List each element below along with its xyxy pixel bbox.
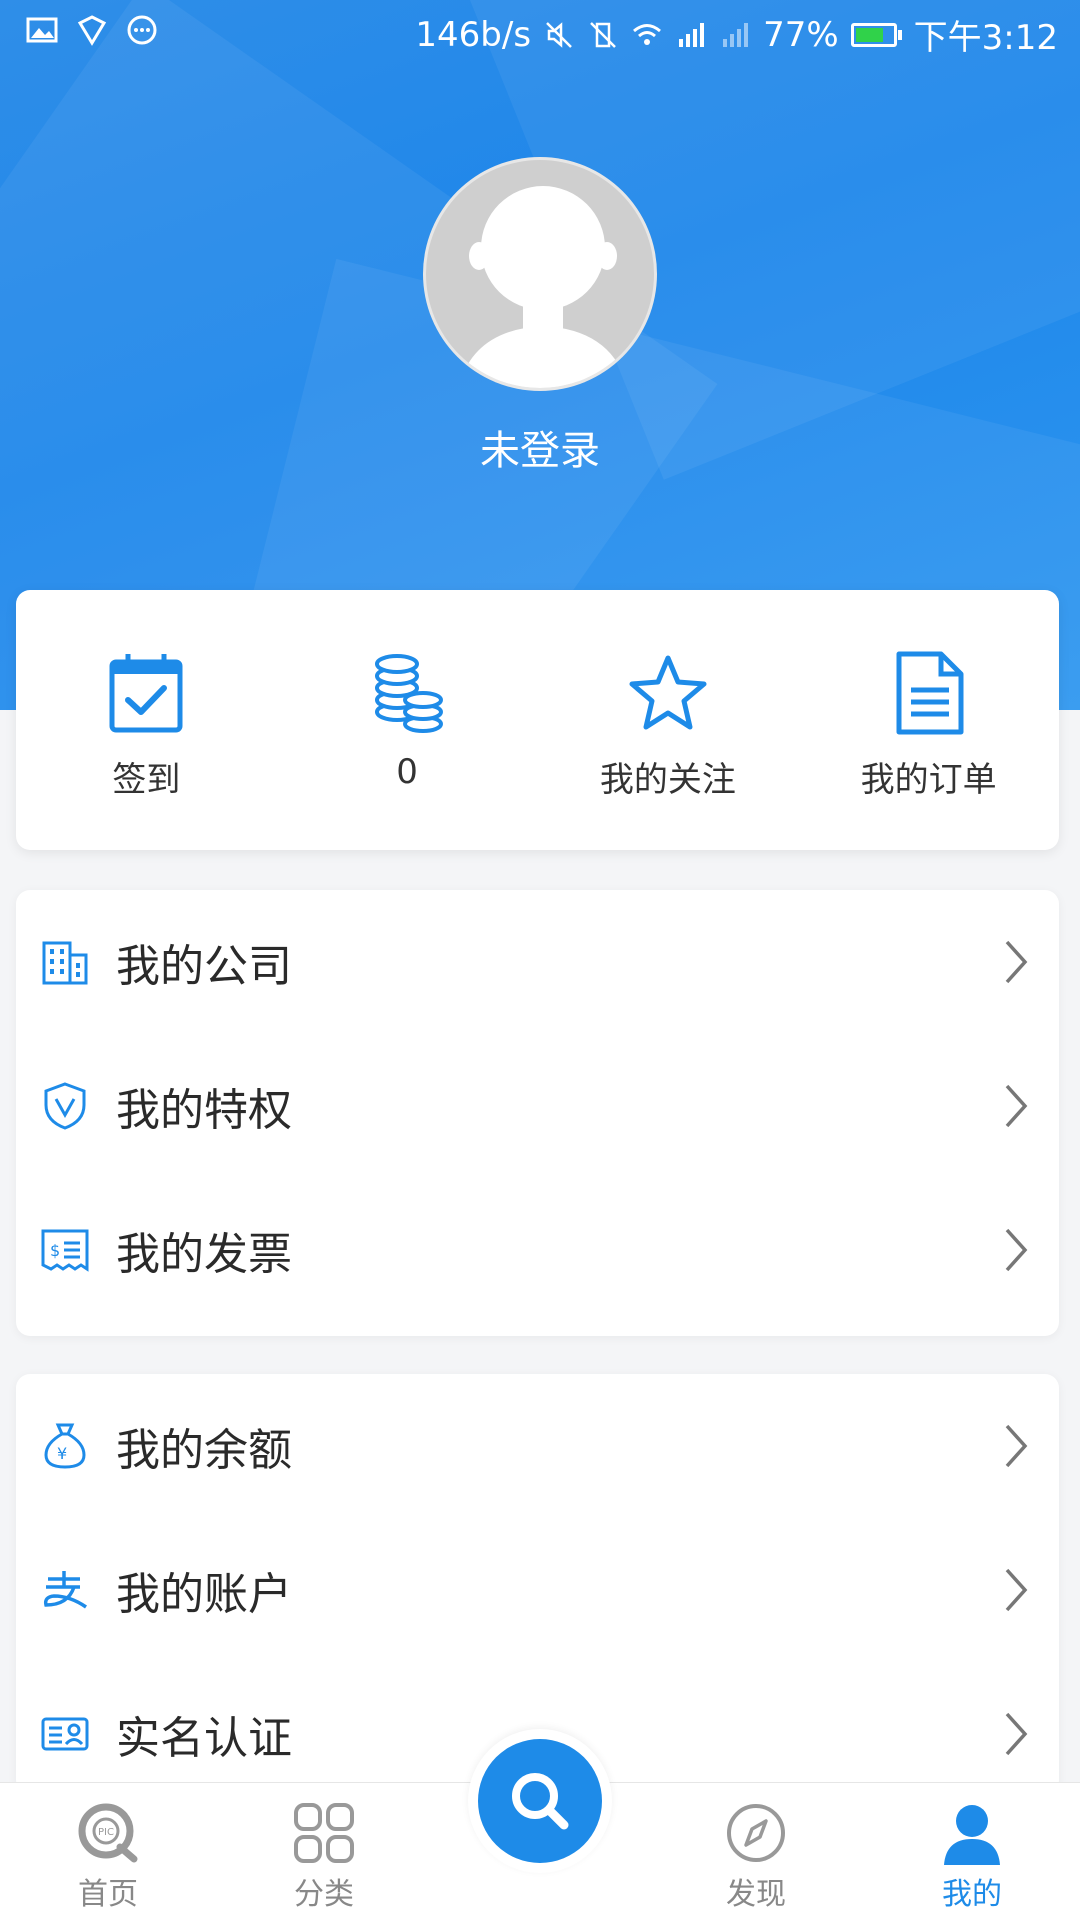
status-bar: 146b/s 77% 下午3:12 — [0, 0, 1080, 64]
search-icon — [512, 1773, 569, 1830]
nav-discover[interactable]: 发现 — [648, 1783, 864, 1920]
money-bag-icon: ¥ — [44, 1423, 86, 1469]
bottom-nav: PIC 首页 分类 发现 我的 — [0, 1729, 1080, 1920]
menu-label: 我的发票 — [116, 1229, 292, 1280]
more-notification-icon — [127, 15, 157, 45]
compass-icon — [727, 1804, 785, 1862]
menu-label: 我的公司 — [116, 941, 292, 992]
signal-2-icon — [723, 22, 749, 47]
menu-item-balance[interactable]: ¥ 我的余额 — [16, 1374, 1059, 1518]
menu-label: 我的特权 — [116, 1085, 292, 1136]
coins-count: 0 — [396, 752, 418, 792]
nav-search — [432, 1729, 648, 1920]
orders-button[interactable]: 我的订单 — [798, 590, 1059, 850]
nav-discover-label: 发现 — [726, 1877, 786, 1912]
svg-text:$: $ — [50, 1241, 60, 1260]
grid-icon — [294, 1803, 354, 1863]
menu-item-company[interactable]: 我的公司 — [16, 890, 1059, 1034]
wifi-icon — [633, 23, 662, 45]
menu-group-company: 我的公司 我的特权 $ 我的发票 — [16, 890, 1059, 1336]
chevron-right-icon — [1005, 1424, 1028, 1468]
default-user-icon — [458, 186, 628, 388]
checkin-label: 签到 — [112, 760, 181, 800]
coins-button[interactable]: 0 — [277, 590, 538, 850]
nav-mine[interactable]: 我的 — [864, 1783, 1080, 1920]
menu-label: 实名认证 — [116, 1713, 292, 1764]
menu-item-account[interactable]: 我的账户 — [16, 1518, 1059, 1662]
svg-text:¥: ¥ — [57, 1444, 67, 1463]
favorites-label: 我的关注 — [599, 760, 736, 800]
mute-icon — [546, 21, 572, 48]
home-logo-icon: PIC — [78, 1803, 138, 1863]
shield-v-icon — [44, 1082, 86, 1130]
user-icon — [944, 1805, 1000, 1865]
menu-label: 我的余额 — [116, 1425, 292, 1476]
alipay-icon — [43, 1571, 87, 1609]
nav-home[interactable]: PIC 首页 — [0, 1783, 216, 1920]
svg-text:PIC: PIC — [98, 1827, 114, 1838]
building-icon — [42, 941, 88, 985]
star-icon — [629, 655, 707, 730]
menu-item-invoice[interactable]: $ 我的发票 — [16, 1178, 1059, 1322]
orders-label: 我的订单 — [860, 760, 997, 800]
menu-item-privilege[interactable]: 我的特权 — [16, 1034, 1059, 1178]
login-status[interactable]: 未登录 — [0, 418, 1080, 476]
nav-category-label: 分类 — [294, 1877, 354, 1912]
chevron-right-icon — [1005, 1084, 1028, 1128]
battery-percent: 77% — [763, 14, 839, 55]
net-speed: 146b/s — [415, 14, 532, 55]
battery-icon — [850, 22, 902, 47]
chevron-right-icon — [1005, 940, 1028, 984]
nav-mine-label: 我的 — [942, 1877, 1002, 1912]
chevron-right-icon — [1005, 1712, 1028, 1756]
nav-home-label: 首页 — [78, 1877, 138, 1912]
signal-icon — [679, 22, 705, 47]
checkin-button[interactable]: 签到 — [16, 590, 277, 850]
nav-category[interactable]: 分类 — [216, 1783, 432, 1920]
clock: 下午3:12 — [913, 18, 1058, 58]
coins-icon — [375, 654, 444, 733]
invoice-icon: $ — [41, 1229, 89, 1272]
document-icon — [896, 651, 964, 735]
quick-actions-card: 签到 0 我的关注 我的订单 — [16, 590, 1059, 850]
id-card-icon — [41, 1717, 89, 1751]
chevron-right-icon — [1005, 1568, 1028, 1612]
calendar-check-icon — [109, 654, 183, 733]
vibrate-off-icon — [590, 21, 616, 48]
shield-notification-icon — [77, 15, 107, 46]
image-notification-icon — [26, 17, 58, 43]
avatar[interactable] — [423, 157, 657, 391]
favorites-button[interactable]: 我的关注 — [538, 590, 799, 850]
menu-label: 我的账户 — [116, 1569, 292, 1620]
chevron-right-icon — [1005, 1228, 1028, 1272]
search-fab[interactable] — [468, 1729, 612, 1873]
